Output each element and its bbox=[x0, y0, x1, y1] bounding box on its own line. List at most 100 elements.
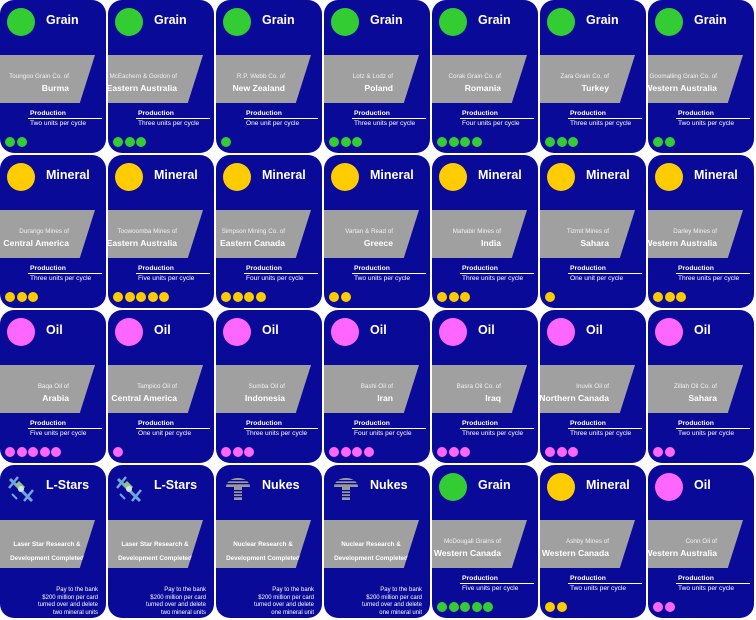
unit-dots bbox=[437, 292, 470, 302]
game-card-mineral[interactable]: Mineral Vartan & Read of Greece Production T… bbox=[324, 155, 430, 308]
card-category: Oil bbox=[694, 478, 711, 492]
card-category: Mineral bbox=[478, 168, 522, 182]
unit-dot bbox=[136, 292, 146, 302]
research-band: Nuclear Research & Development Completed bbox=[216, 520, 311, 568]
unit-dot bbox=[437, 292, 447, 302]
unit-dots bbox=[221, 292, 266, 302]
production-divider bbox=[460, 428, 534, 429]
game-card-grain[interactable]: Grain R.P. Webb Co. of New Zealand Producti… bbox=[216, 0, 322, 153]
game-card-oil[interactable]: Oil Basra Oil Co. of Iraq Production Three u… bbox=[432, 310, 538, 463]
research-title-line: Development Completed bbox=[118, 555, 192, 562]
game-card-oil[interactable]: Oil Zillah Oil Co. of Sahara Production Two … bbox=[648, 310, 754, 463]
unit-dot bbox=[51, 447, 61, 457]
production-divider bbox=[28, 273, 102, 274]
grain-icon bbox=[223, 8, 251, 36]
game-card-oil[interactable]: Oil Baqa Oil of Arabia Production Five units… bbox=[0, 310, 106, 463]
company-band: Mahabir Mines of India bbox=[432, 210, 527, 258]
company-band: Sumba Oil of Indonesia bbox=[216, 365, 311, 413]
company-band: Darley Mines of Western Australia bbox=[648, 210, 743, 258]
company-band: Zillah Oil Co. of Sahara bbox=[648, 365, 743, 413]
unit-dot bbox=[448, 137, 459, 147]
game-card-oil[interactable]: Oil Inuvik Oil of Northern Canada Productio… bbox=[540, 310, 646, 463]
game-card-grain[interactable]: Grain Goomalling Grain Co. of Western Aust… bbox=[648, 0, 754, 153]
game-card-lstars[interactable]: L-Stars Laser Star Research & Development … bbox=[0, 465, 106, 618]
production-heading: Production bbox=[246, 110, 282, 117]
unit-dot bbox=[448, 292, 459, 302]
game-card-grain[interactable]: Grain Lotz & Lodz of Poland Production Three… bbox=[324, 0, 430, 153]
game-card-mineral[interactable]: Mineral Darley Mines of Western Australia P… bbox=[648, 155, 754, 308]
production-heading: Production bbox=[354, 265, 390, 272]
unit-dots bbox=[221, 137, 231, 147]
unit-dot bbox=[545, 137, 555, 147]
game-card-nukes[interactable]: Nukes Nuclear Research & Development Compl… bbox=[216, 465, 322, 618]
game-card-oil[interactable]: Oil Bashi Oil of Iran Production Four units … bbox=[324, 310, 430, 463]
game-card-mineral[interactable]: Mineral Toowoomba Mines of Eastern Austral… bbox=[108, 155, 214, 308]
research-title: Nuclear Research & Development Completed bbox=[327, 538, 415, 566]
payment-instructions: Pay to the bank $200 million per card tu… bbox=[37, 587, 98, 616]
region-name: Eastern Australia bbox=[108, 83, 177, 93]
research-band: Laser Star Research & Development Complet… bbox=[108, 520, 203, 568]
production-heading: Production bbox=[462, 110, 498, 117]
production-heading: Production bbox=[138, 265, 174, 272]
company-band: McDougall Grains of Western Canada bbox=[432, 520, 527, 568]
unit-dot bbox=[16, 292, 27, 302]
region-name: Western Australia bbox=[648, 83, 717, 93]
game-card-grain[interactable]: Grain Zara Grain Co. of Turkey Production Th… bbox=[540, 0, 646, 153]
production-rate: Four units per cycle bbox=[462, 120, 520, 127]
production-heading: Production bbox=[138, 110, 174, 117]
game-card-oil[interactable]: Oil Sumba Oil of Indonesia Production Three … bbox=[216, 310, 322, 463]
production-rate: Five units per cycle bbox=[138, 275, 195, 282]
card-category: Grain bbox=[478, 478, 511, 492]
production-rate: Four units per cycle bbox=[246, 275, 304, 282]
card-category: Mineral bbox=[586, 168, 630, 182]
card-category: Oil bbox=[154, 323, 171, 337]
region-name: Iran bbox=[377, 393, 393, 403]
game-card-grain[interactable]: Grain Toungoo Grain Co. of Burma Production… bbox=[0, 0, 106, 153]
unit-dot bbox=[460, 602, 470, 612]
region-name: Romania bbox=[464, 83, 501, 93]
game-card-grain[interactable]: Grain Corak Grain Co. of Romania Production… bbox=[432, 0, 538, 153]
research-title: Laser Star Research & Development Complet… bbox=[111, 538, 199, 566]
production-rate: Three units per cycle bbox=[246, 430, 308, 437]
unit-dots bbox=[437, 602, 493, 612]
production-divider bbox=[136, 273, 210, 274]
game-card-lstars[interactable]: L-Stars Laser Star Research & Development … bbox=[108, 465, 214, 618]
unit-dot bbox=[653, 292, 663, 302]
unit-dot bbox=[232, 447, 243, 457]
game-card-oil[interactable]: Oil Tampico Oil of Central America Producti… bbox=[108, 310, 214, 463]
card-category: Nukes bbox=[262, 478, 300, 492]
production-rate: Five units per cycle bbox=[462, 585, 519, 592]
unit-dots bbox=[329, 137, 362, 147]
research-title-line: Laser Star Research & bbox=[121, 541, 189, 548]
production-heading: Production bbox=[678, 110, 714, 117]
game-card-grain[interactable]: Grain McDougall Grains of Western Canada Pr… bbox=[432, 465, 538, 618]
game-card-mineral[interactable]: Mineral Tizmit Mines of Sahara Production On… bbox=[540, 155, 646, 308]
game-card-mineral[interactable]: Mineral Durango Mines of Central America Pr… bbox=[0, 155, 106, 308]
company-name: Baqa Oil of bbox=[37, 383, 69, 390]
game-card-oil[interactable]: Oil Conn Oil of Western Australia Productio… bbox=[648, 465, 754, 618]
game-card-mineral[interactable]: Mineral Simpson Mining Co. of Eastern Cana… bbox=[216, 155, 322, 308]
card-category: Mineral bbox=[262, 168, 306, 182]
grain-icon bbox=[115, 8, 143, 36]
production-divider bbox=[28, 428, 102, 429]
payment-instructions: Pay to the bank $200 million per card tu… bbox=[361, 587, 422, 616]
region-name: Burma bbox=[41, 83, 69, 93]
game-card-mineral[interactable]: Mineral Ashby Mines of Western Canada Produ… bbox=[540, 465, 646, 618]
oil-icon bbox=[223, 318, 251, 346]
game-card-mineral[interactable]: Mineral Mahabir Mines of India Production Th… bbox=[432, 155, 538, 308]
unit-dots bbox=[221, 447, 254, 457]
company-name: McDougall Grains of bbox=[443, 538, 501, 545]
unit-dot bbox=[437, 602, 447, 612]
oil-icon bbox=[655, 318, 683, 346]
game-card-nukes[interactable]: Nukes Nuclear Research & Development Compl… bbox=[324, 465, 430, 618]
production-divider bbox=[244, 428, 318, 429]
game-card-grain[interactable]: Grain McEachern & Gordon of Eastern Austra… bbox=[108, 0, 214, 153]
card-sheet: Grain Toungoo Grain Co. of Burma Production… bbox=[0, 0, 756, 620]
company-name: Simpson Mining Co. of bbox=[221, 228, 285, 235]
oil-icon bbox=[655, 473, 683, 501]
production-heading: Production bbox=[354, 420, 390, 427]
production-rate: Three units per cycle bbox=[354, 120, 416, 127]
company-name: Inuvik Oil of bbox=[576, 383, 609, 390]
company-band: Basra Oil Co. of Iraq bbox=[432, 365, 527, 413]
unit-dot bbox=[460, 292, 470, 302]
